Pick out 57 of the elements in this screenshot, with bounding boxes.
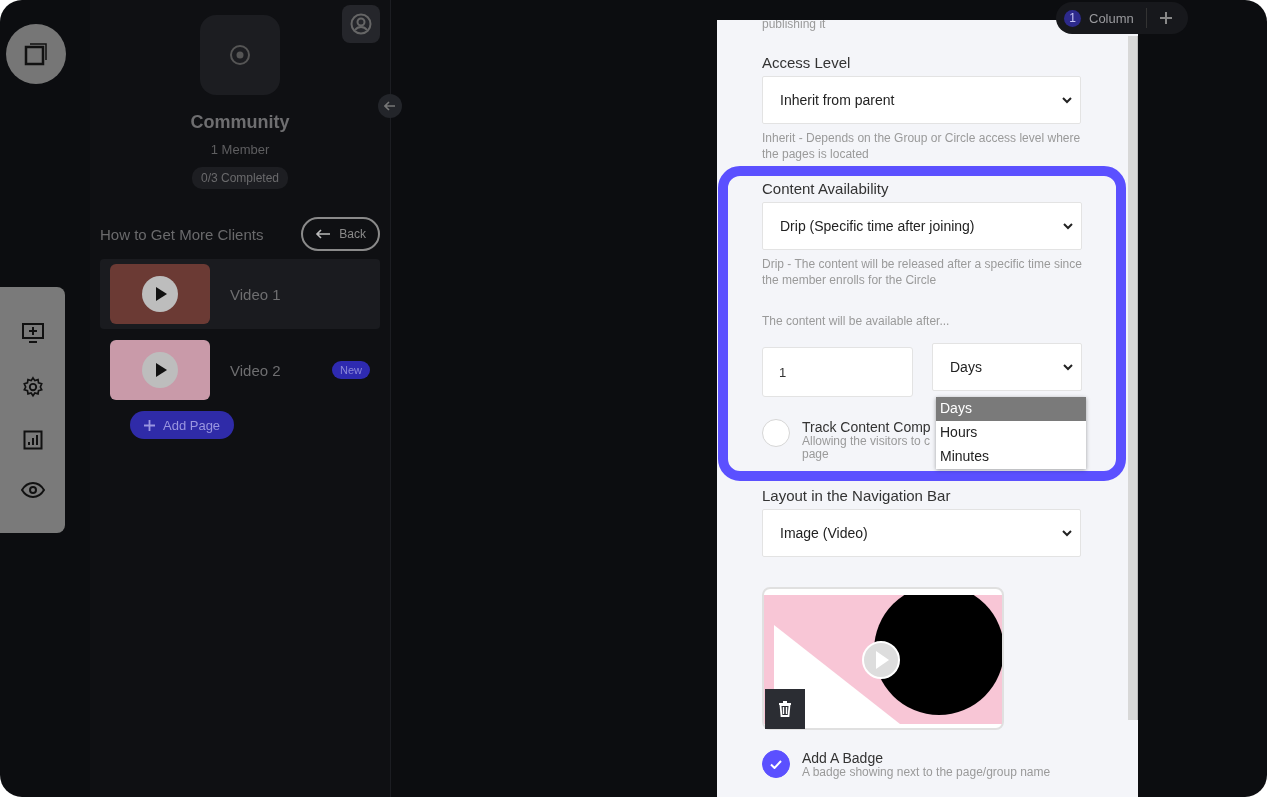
play-icon [142, 276, 178, 312]
plus-icon [144, 419, 155, 431]
progress-pill: 0/3 Completed [191, 167, 288, 189]
help-text: Drip - The content will be released after a specific time since the member enrolls for the Circle [762, 256, 1082, 288]
help-text: publishing it [762, 20, 827, 32]
help-text: Inherit - Depends on the Group or Circle access level where the pages is located [762, 130, 1081, 162]
layout-select[interactable]: Image (Video) [762, 509, 1081, 557]
column-label: Column [1089, 10, 1134, 26]
play-icon [861, 640, 901, 680]
checkbox[interactable] [762, 750, 790, 778]
delay-input[interactable]: 1 [762, 347, 913, 397]
chevron-down-icon [1062, 529, 1072, 537]
chart-icon[interactable] [22, 430, 43, 450]
chevron-down-icon [1062, 96, 1072, 104]
option-label: Track Content Comp [802, 419, 931, 435]
new-badge: New [332, 361, 370, 379]
target-icon [229, 44, 251, 66]
profile-button[interactable] [342, 5, 380, 43]
member-count: 1 Member [210, 142, 270, 157]
community-title: Community [190, 112, 290, 133]
plus-icon[interactable] [1158, 11, 1173, 25]
field-label: Content Availability [762, 180, 890, 197]
unit-select[interactable]: Days [932, 343, 1082, 391]
collapse-button[interactable] [378, 94, 402, 118]
help-text: A badge showing next to the page/group name [802, 766, 1051, 779]
help-text: page [802, 448, 829, 461]
dropdown-option[interactable]: Hours [936, 421, 1086, 445]
help-text: The content will be available after... [762, 313, 951, 329]
checkmark-icon [770, 759, 782, 769]
delete-button[interactable] [765, 689, 805, 729]
arrow-left-icon [315, 229, 332, 239]
chevron-down-icon [1063, 363, 1073, 371]
back-button[interactable]: Back [301, 217, 380, 251]
access-level-select[interactable]: Inherit from parent [762, 76, 1081, 124]
trash-icon [778, 701, 792, 717]
column-count: 1 [1064, 9, 1081, 27]
settings-icon[interactable] [21, 376, 44, 398]
page-item[interactable]: Video 2 New [100, 335, 380, 405]
pages-button[interactable] [6, 24, 66, 84]
field-label: Access Level [762, 54, 852, 71]
dropdown-option[interactable]: Days [936, 397, 1086, 421]
arrow-left-icon [384, 101, 396, 111]
scrollbar[interactable] [1128, 36, 1138, 720]
chevron-down-icon [1063, 222, 1073, 230]
section-title: How to Get More Clients [100, 225, 264, 243]
copy-icon [23, 41, 49, 67]
help-text: Allowing the visitors to c [802, 435, 931, 448]
column-selector[interactable]: 1 Column [1056, 2, 1188, 34]
eye-icon[interactable] [20, 482, 45, 498]
field-label: Layout in the Navigation Bar [762, 487, 952, 504]
add-page-button[interactable]: Add Page [130, 411, 235, 439]
user-icon [350, 13, 372, 35]
add-screen-icon[interactable] [20, 322, 45, 344]
play-icon [142, 352, 178, 388]
availability-select[interactable]: Drip (Specific time after joining) [762, 202, 1082, 250]
option-label: Add A Badge [802, 750, 884, 766]
dropdown-option[interactable]: Minutes [936, 445, 1086, 469]
